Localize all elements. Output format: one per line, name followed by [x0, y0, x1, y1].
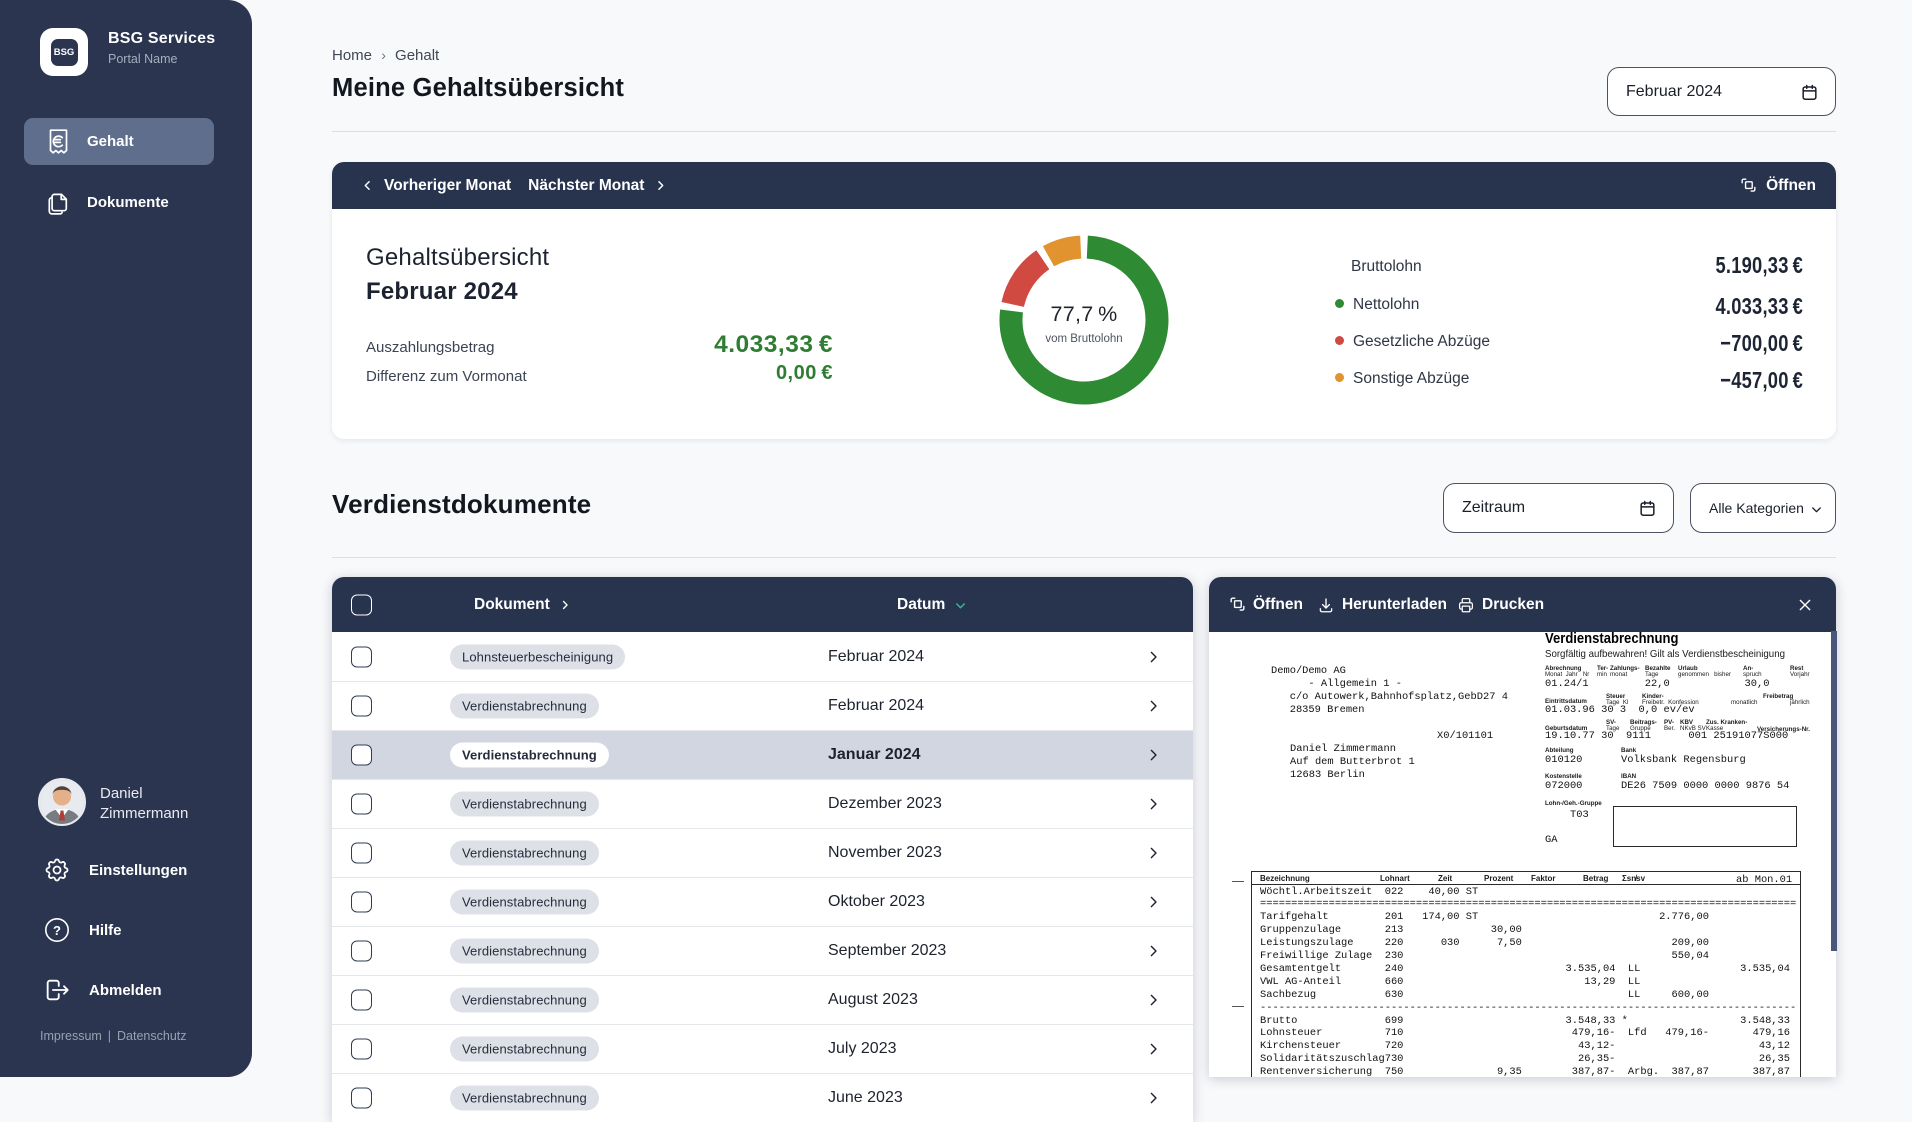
svg-text:?: ?	[53, 923, 61, 938]
